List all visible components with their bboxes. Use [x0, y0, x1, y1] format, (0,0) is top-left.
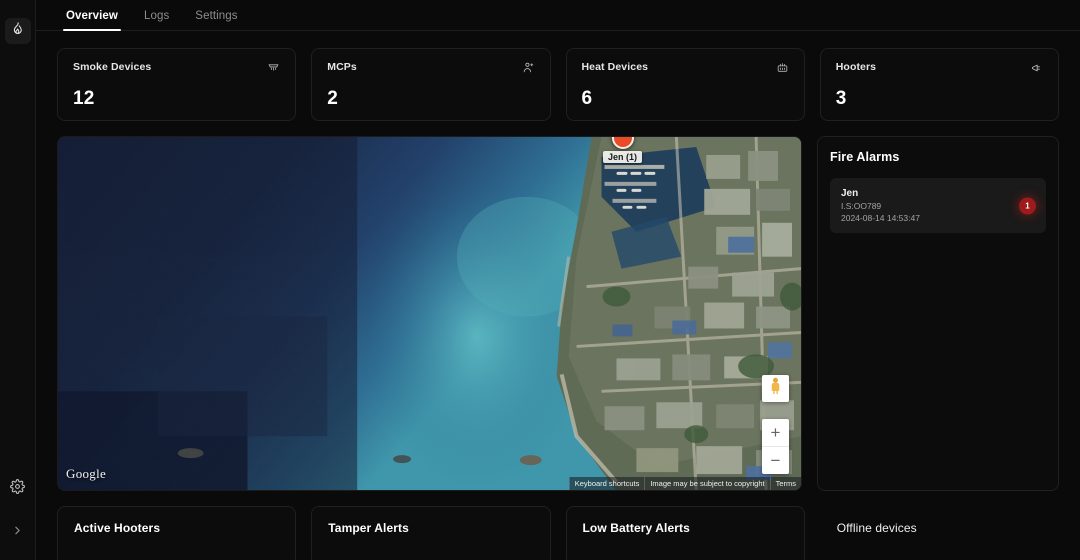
stat-label: Heat Devices — [581, 61, 649, 73]
rail-bottom-group — [5, 476, 31, 546]
stat-label: Hooters — [835, 61, 877, 73]
map-marker-jen[interactable]: Jen (1) — [603, 137, 643, 163]
card-active-hooters[interactable]: Active Hooters — [57, 506, 297, 560]
settings-button[interactable] — [5, 476, 31, 502]
map-pin-icon — [611, 137, 634, 149]
megaphone-icon — [1029, 61, 1043, 75]
alarm-device-id: I.S:OO789 — [841, 201, 882, 211]
terms-link[interactable]: Terms — [769, 477, 801, 490]
flame-icon — [10, 21, 25, 41]
bottom-row: Active Hooters Tamper Alerts Low Battery… — [57, 506, 1059, 560]
google-logo: Google — [66, 466, 107, 481]
alarm-device-name: Jen — [841, 188, 859, 199]
middle-row: Jen (1) + − Google Keyboard shortcuts Im… — [57, 136, 1059, 491]
keyboard-shortcuts-link[interactable]: Keyboard shortcuts — [568, 477, 645, 490]
alarm-timestamp: 2024-08-14 14:53:47 — [841, 213, 920, 223]
heat-detector-icon — [776, 61, 789, 74]
tab-logs[interactable]: Logs — [141, 10, 172, 30]
chevron-right-icon — [11, 524, 24, 542]
map-attribution-bar: Keyboard shortcuts Image may be subject … — [568, 477, 801, 490]
card-low-battery-alerts[interactable]: Low Battery Alerts — [565, 506, 805, 560]
satellite-map-image[interactable] — [58, 137, 801, 491]
brand-flame-button[interactable] — [4, 18, 31, 44]
stat-value: 2 — [327, 88, 339, 109]
card-tamper-alerts[interactable]: Tamper Alerts — [311, 506, 551, 560]
stat-card-smoke-devices[interactable]: Smoke Devices 12 — [57, 48, 297, 121]
stat-card-hooters[interactable]: Hooters 3 — [819, 48, 1059, 121]
stat-value: 12 — [73, 88, 95, 109]
stat-card-heat-devices[interactable]: Heat Devices 6 — [565, 48, 805, 121]
stat-card-mcps[interactable]: MCPs 2 — [311, 48, 551, 121]
fire-alarm-list-item[interactable]: Jen I.S:OO789 2024-08-14 14:53:47 1 — [830, 178, 1046, 233]
stat-header: Hooters — [836, 61, 1043, 75]
stats-row: Smoke Devices 12 MCPs 2 Heat Devices 6 H… — [57, 48, 1059, 121]
expand-sidebar-button[interactable] — [5, 520, 31, 546]
zoom-in-button[interactable]: + — [762, 419, 789, 446]
stat-header: Smoke Devices — [73, 61, 280, 74]
copyright-notice: Image may be subject to copyright — [644, 477, 770, 490]
card-offline-devices[interactable]: Offline devices — [819, 506, 1059, 560]
tab-overview[interactable]: Overview — [63, 10, 121, 31]
card-title: Active Hooters — [74, 521, 161, 535]
zoom-out-button[interactable]: − — [762, 447, 789, 474]
stat-value: 3 — [835, 88, 847, 109]
fire-alarms-title: Fire Alarms — [830, 150, 900, 164]
alarm-count-badge: 1 — [1019, 197, 1036, 214]
content-area: Smoke Devices 12 MCPs 2 Heat Devices 6 H… — [36, 31, 1080, 560]
map-panel[interactable]: Jen (1) + − Google Keyboard shortcuts Im… — [57, 136, 802, 491]
call-point-icon — [522, 61, 535, 74]
stat-header: MCPs — [327, 61, 534, 74]
stat-label: Smoke Devices — [73, 61, 152, 73]
card-title: Tamper Alerts — [328, 521, 409, 535]
tab-bar: Overview Logs Settings — [36, 0, 1080, 31]
card-title: Offline devices — [836, 521, 917, 535]
left-rail — [0, 0, 36, 560]
main-column: Overview Logs Settings Smoke Devices 12 … — [36, 0, 1080, 560]
fire-alarms-panel: Fire Alarms Jen I.S:OO789 2024-08-14 14:… — [817, 136, 1059, 491]
tab-settings[interactable]: Settings — [192, 10, 240, 30]
stat-value: 6 — [581, 88, 593, 109]
smoke-detector-icon — [267, 61, 280, 74]
dashboard-root: Overview Logs Settings Smoke Devices 12 … — [0, 0, 1080, 560]
card-title: Low Battery Alerts — [582, 521, 690, 535]
stat-label: MCPs — [327, 61, 357, 73]
gear-icon — [10, 479, 25, 499]
stat-header: Heat Devices — [582, 61, 789, 74]
street-view-pegman-button[interactable] — [762, 375, 789, 402]
rail-top-group — [4, 18, 31, 44]
pegman-icon — [768, 377, 783, 401]
map-zoom-controls[interactable]: + − — [762, 419, 789, 474]
map-marker-label: Jen (1) — [603, 151, 643, 163]
